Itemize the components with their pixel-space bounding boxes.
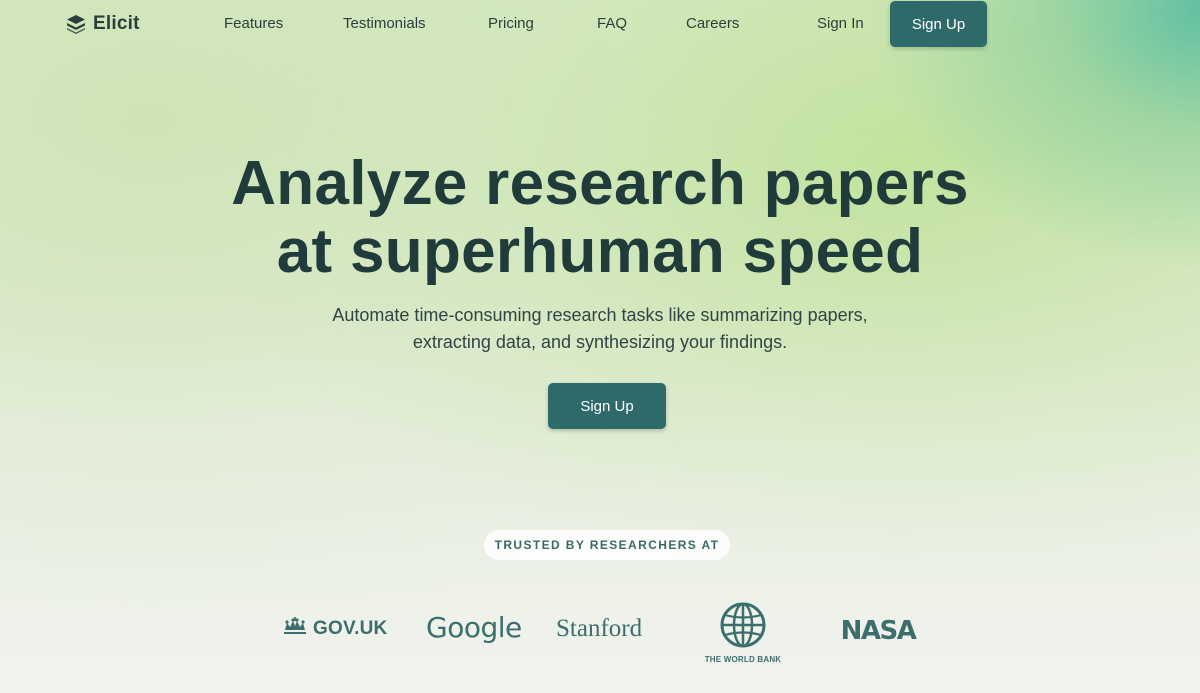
google-logo: Google	[426, 611, 522, 644]
nasa-wordmark: NASA	[841, 617, 917, 643]
hero-sign-up-button[interactable]: Sign Up	[548, 383, 666, 429]
top-nav: Elicit Features Testimonials Pricing FAQ…	[0, 0, 1200, 48]
nav-link-testimonials[interactable]: Testimonials	[343, 15, 426, 32]
nav-link-careers[interactable]: Careers	[686, 15, 739, 32]
nav-link-pricing[interactable]: Pricing	[488, 15, 534, 32]
crown-icon	[282, 617, 308, 640]
world-bank-logo: THE WORLD BANK	[700, 602, 786, 664]
trusted-by-badge: TRUSTED BY RESEARCHERS AT	[484, 530, 730, 560]
nav-sign-up-button[interactable]: Sign Up	[890, 1, 987, 47]
stanford-logo: Stanford	[556, 615, 643, 642]
hero-title: Analyze research papers at superhuman sp…	[0, 150, 1200, 286]
nasa-logo: NASA	[836, 616, 920, 648]
brand-logo[interactable]: Elicit	[66, 13, 140, 35]
globe-icon	[720, 602, 766, 653]
nav-link-faq[interactable]: FAQ	[597, 15, 627, 32]
hero-subtitle: Automate time-consuming research tasks l…	[0, 302, 1200, 356]
gov-uk-logo: GOV.UK	[282, 617, 387, 640]
brand-name: Elicit	[93, 13, 140, 34]
hero-title-line-1: Analyze research papers	[231, 149, 969, 218]
elicit-logo-icon	[66, 14, 86, 34]
sign-in-link[interactable]: Sign In	[817, 15, 864, 32]
gov-uk-wordmark: GOV.UK	[313, 617, 388, 639]
hero-title-line-2: at superhuman speed	[276, 217, 924, 286]
hero-subtitle-line-1: Automate time-consuming research tasks l…	[332, 305, 868, 325]
nav-link-features[interactable]: Features	[224, 15, 283, 32]
world-bank-wordmark: THE WORLD BANK	[704, 655, 782, 664]
hero-subtitle-line-2: extracting data, and synthesizing your f…	[412, 332, 788, 352]
